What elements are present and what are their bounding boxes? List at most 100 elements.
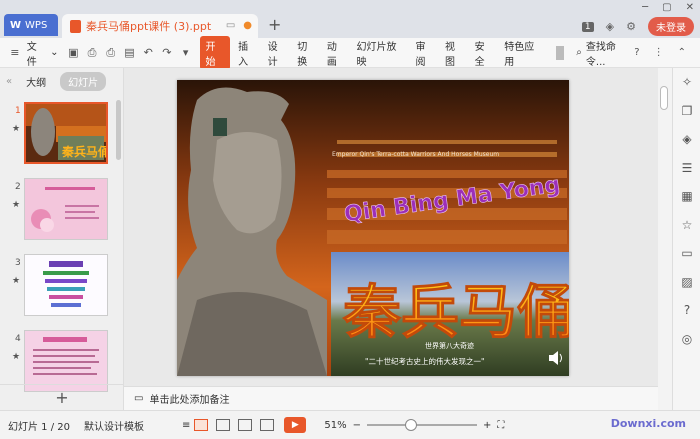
wps-logo-icon: W	[10, 19, 22, 31]
align-icon[interactable]: ≡	[182, 420, 190, 431]
notes-icon: ▭	[134, 393, 144, 404]
maximize-icon[interactable]: ▢	[662, 2, 671, 13]
tab-transition[interactable]: 切换	[297, 38, 317, 68]
login-button[interactable]: 未登录	[648, 17, 694, 36]
close-icon[interactable]: ✕	[686, 2, 694, 13]
tab-outline[interactable]: 大纲	[26, 74, 46, 89]
file-menu-label: 文件	[26, 41, 37, 68]
slide-thumbnail-4[interactable]	[24, 330, 108, 392]
tab-review[interactable]: 审阅	[415, 38, 435, 68]
window-count-badge[interactable]: 1	[581, 21, 594, 32]
tab-design[interactable]: 设计	[268, 38, 288, 68]
star-icon[interactable]: ☆	[673, 211, 700, 240]
title-bar: W WPS 秦兵马俑ppt课件 (3).ppt ▭ ● + ─ ▢ ✕ 1 ◈ …	[0, 0, 700, 38]
zoom-in-icon[interactable]: +	[483, 420, 491, 431]
title-right-tools: 1 ◈ ⚙ 未登录	[581, 17, 694, 36]
help-button[interactable]: ?	[634, 47, 639, 58]
command-search-label: 查找命令...	[585, 41, 616, 68]
canvas-scrollbar[interactable]	[660, 86, 668, 110]
slide-thumb-row[interactable]: 1 ★ 秦兵马俑	[0, 96, 118, 172]
ribbon-toolbar: ≡ 文件 ⌄ ▣ ⎙ ⎙ ▤ ↶ ↷ ▾ 开始 插入 设计 切换 动画 幻灯片放…	[0, 35, 700, 70]
more-icon[interactable]: ▾	[179, 46, 193, 60]
copy-icon[interactable]: ❐	[673, 97, 700, 126]
undo-icon[interactable]: ↶	[141, 46, 155, 60]
slide-subtitle-en: Emperor Qin's Terra-cotta Warriors And H…	[332, 151, 499, 158]
tab-start[interactable]: 开始	[200, 35, 231, 70]
shapes-icon[interactable]: ◈	[673, 125, 700, 154]
window-controls: ─ ▢ ✕	[642, 2, 694, 13]
tab-animation[interactable]: 动画	[327, 38, 347, 68]
slide-thumb-row[interactable]: 3 ★	[0, 248, 118, 324]
reading-view-icon[interactable]	[238, 419, 253, 431]
pin-icon[interactable]: ✧	[673, 68, 700, 97]
panel-scrollbar[interactable]	[116, 100, 121, 160]
command-search[interactable]: ⌕ 查找命令...	[576, 38, 634, 68]
help-icon[interactable]: ?	[673, 296, 700, 325]
collapse-ribbon-icon[interactable]: ⌃	[678, 47, 686, 58]
clipboard-icon[interactable]: ▦	[673, 182, 700, 211]
tab-security[interactable]: 安全	[475, 38, 495, 68]
view-switcher	[194, 419, 275, 431]
star-icon: ★	[12, 352, 21, 362]
sliders-icon[interactable]: ☰	[673, 154, 700, 183]
settings-icon[interactable]: ⚙	[626, 20, 636, 33]
template-name[interactable]: 默认设计模板	[84, 418, 144, 433]
slide-counter: 幻灯片 1 / 20	[8, 421, 70, 433]
zoom-slider[interactable]	[367, 419, 478, 431]
redo-icon[interactable]: ↷	[160, 46, 174, 60]
right-sidebar: ✧ ❐ ◈ ☰ ▦ ☆ ▭ ▨ ? ◎	[672, 68, 700, 410]
minimize-icon[interactable]: ─	[642, 2, 648, 13]
file-menu[interactable]: 文件 ⌄	[27, 38, 59, 68]
tab-view[interactable]: 视图	[445, 38, 465, 68]
slide-thumbnail-1[interactable]: 秦兵马俑	[24, 102, 108, 164]
watermark: Downxi.com	[610, 417, 686, 430]
bell-icon[interactable]: ◎	[673, 325, 700, 354]
document-title: 秦兵马俑ppt课件 (3).ppt	[86, 20, 212, 33]
box-icon[interactable]: ▭	[673, 239, 700, 268]
slide-thumbnail-3[interactable]	[24, 254, 108, 316]
slide-caption-quote: "二十世纪考古史上的伟大发现之一"	[365, 356, 484, 366]
export-icon[interactable]: ⎙	[85, 46, 99, 60]
status-bar: 幻灯片 1 / 20 默认设计模板 ≡ ▶ 51% − + ⛶ Downxi.c…	[0, 410, 700, 439]
document-tab[interactable]: 秦兵马俑ppt课件 (3).ppt ▭ ●	[62, 14, 258, 38]
grid-view-icon[interactable]	[216, 419, 231, 431]
slide-number: 1	[15, 106, 21, 116]
play-slideshow-button[interactable]: ▶	[284, 417, 307, 433]
more-options-icon[interactable]: ⋮	[654, 47, 664, 58]
preview-icon[interactable]: ▤	[123, 46, 137, 60]
fit-window-icon[interactable]: ⛶	[497, 420, 504, 431]
tab-slides[interactable]: 幻灯片	[60, 71, 107, 91]
tab-features[interactable]: 特色应用	[504, 38, 543, 68]
menu-icon[interactable]: ≡	[8, 46, 22, 60]
slide-number: 3	[15, 258, 21, 268]
wps-home-tab[interactable]: W WPS	[4, 14, 58, 36]
skin-icon[interactable]: ◈	[606, 20, 614, 33]
star-icon: ★	[12, 124, 21, 134]
current-slide[interactable]: 秦兵马俑 Qin Bing Ma Yong Emperor Qin's Terr…	[177, 80, 569, 376]
normal-view-icon[interactable]	[194, 419, 209, 431]
zoom-slider-knob[interactable]	[405, 419, 418, 431]
add-slide-button[interactable]: +	[0, 384, 124, 410]
search-icon: ⌕	[576, 47, 582, 58]
slide-thumbnail-2[interactable]	[24, 178, 108, 240]
tab-slideshow[interactable]: 幻灯片放映	[356, 38, 405, 68]
new-tab-button[interactable]: +	[268, 15, 281, 34]
slide-title-cn: 秦兵马俑	[342, 278, 569, 346]
slide-number: 2	[15, 182, 21, 192]
notes-view-icon[interactable]	[260, 419, 275, 431]
notes-bar[interactable]: ▭ 单击此处添加备注	[124, 386, 658, 410]
unsaved-dot-icon: ●	[243, 20, 252, 31]
save-icon[interactable]: ▣	[66, 46, 80, 60]
tab-insert[interactable]: 插入	[238, 38, 258, 68]
zoom-level[interactable]: 51%	[324, 420, 346, 431]
print-icon[interactable]: ⎙	[104, 46, 118, 60]
slide-thumb-row[interactable]: 2 ★	[0, 172, 118, 248]
zoom-out-icon[interactable]: −	[353, 420, 361, 431]
collapse-panel-icon[interactable]: «	[6, 76, 12, 87]
ribbon-scroll-handle[interactable]	[556, 45, 565, 60]
monitor-icon[interactable]: ▭	[226, 20, 235, 31]
image-icon[interactable]: ▨	[673, 268, 700, 297]
chevron-down-icon: ⌄	[50, 47, 59, 58]
slides-panel: « 大纲 幻灯片 1 ★ 秦兵马俑 2 ★ 3 ★ 4 ★ +	[0, 68, 124, 410]
notes-placeholder: 单击此处添加备注	[149, 395, 230, 406]
